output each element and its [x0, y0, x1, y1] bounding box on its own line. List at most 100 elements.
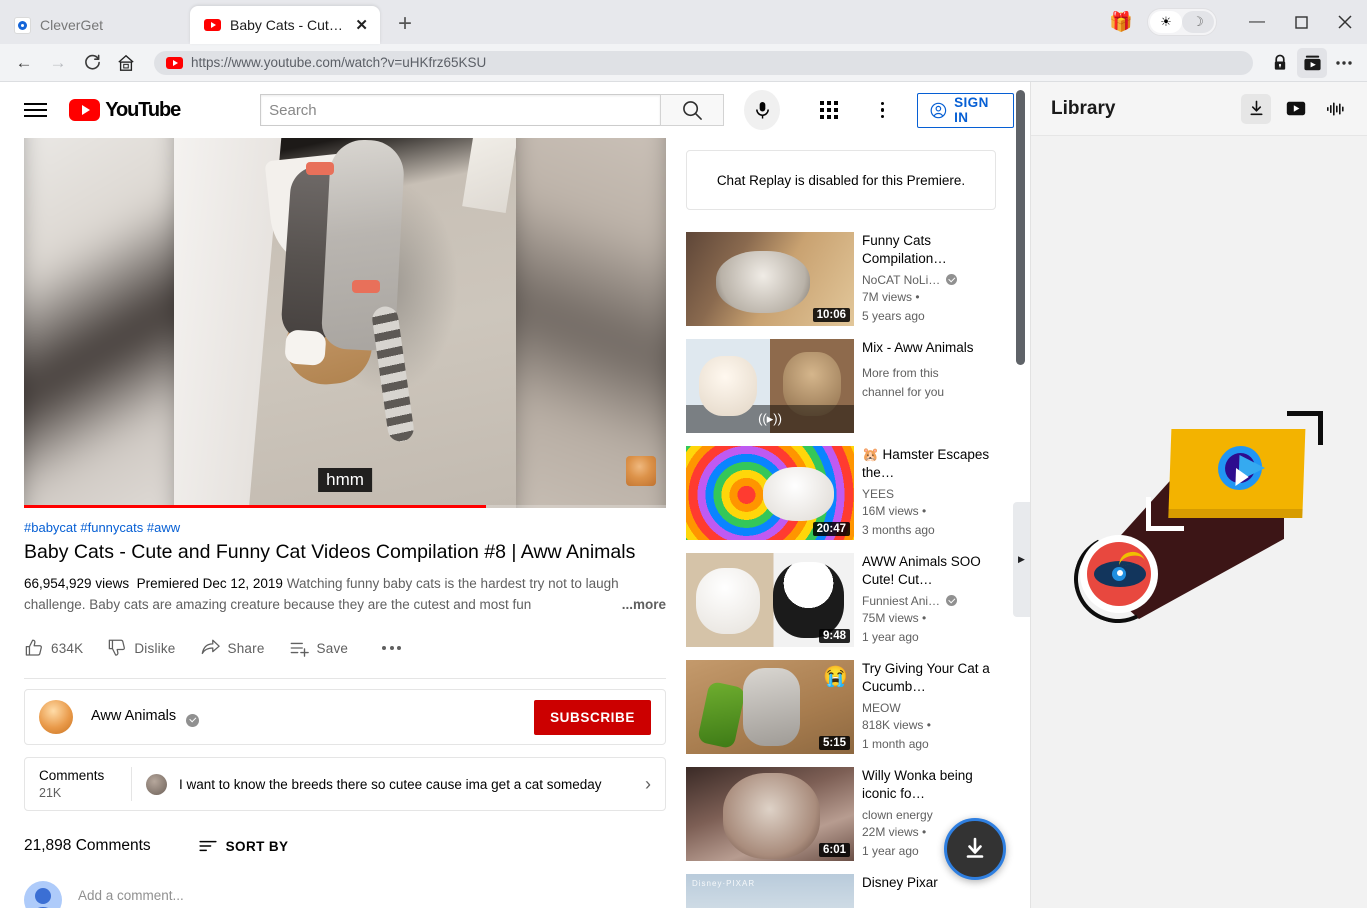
more-icon[interactable] [1329, 48, 1359, 78]
logo-corner-bottom-left [1146, 497, 1184, 531]
recommendation-info: Mix - Aww Animals More from this channel… [862, 339, 996, 433]
comments-header: 21,898 Comments SORT BY [24, 837, 666, 855]
window-controls-group: 🎁 ☀ ☽ — [1095, 0, 1367, 44]
theme-toggle[interactable]: ☀ ☽ [1147, 8, 1217, 36]
share-button[interactable]: Share [200, 630, 279, 666]
video-hashtags[interactable]: #babycat #funnycats #aww [24, 520, 666, 535]
video-thumbnail[interactable]: Disney·PIXAR [686, 874, 854, 908]
list-item[interactable]: 😭 5:15 Try Giving Your Cat a Cucumb… MEO… [686, 660, 996, 754]
close-window-button[interactable] [1323, 0, 1367, 44]
kebab-menu-icon[interactable] [872, 101, 893, 119]
video-thumbnail[interactable]: ((▸)) [686, 339, 854, 433]
download-fab[interactable] [944, 818, 1006, 880]
search-input[interactable]: Search [260, 94, 661, 126]
list-item[interactable]: 9:48 AWW Animals SOO Cute! Cut… Funniest… [686, 553, 996, 647]
save-label: Save [316, 640, 349, 656]
recommendation-age: 1 year ago [862, 629, 919, 644]
commenter-avatar [146, 773, 167, 795]
download-icon[interactable] [1241, 93, 1271, 124]
add-comment-input[interactable]: Add a comment... [78, 888, 666, 908]
video-duration: 20:47 [812, 522, 850, 536]
tab-baby-cats[interactable]: Baby Cats - Cute and ✕ [190, 6, 380, 44]
sort-icon [199, 841, 217, 852]
tab-label: Baby Cats - Cute and [230, 17, 346, 33]
back-button[interactable]: ← [8, 48, 40, 78]
subscribe-button[interactable]: SUBSCRIBE [534, 699, 651, 735]
list-item[interactable]: 20:47 🐹 Hamster Escapes the… YEES 16M vi… [686, 446, 996, 540]
channel-name-wrap[interactable]: Aww Animals [91, 708, 200, 727]
chevron-right-icon[interactable]: › [645, 774, 651, 795]
clever-icon [14, 16, 31, 34]
video-thumbnail[interactable]: 6:01 [686, 767, 854, 861]
more-actions-button[interactable] [372, 638, 411, 658]
video-actions: 634K Dislike Share Save [24, 630, 666, 666]
share-label: Share [227, 640, 265, 656]
like-button[interactable]: 634K [24, 630, 97, 666]
close-icon[interactable]: ✕ [355, 18, 368, 33]
video-curtain [462, 138, 516, 213]
search-bar: Search [260, 94, 725, 126]
logo-screen-card [1168, 429, 1306, 509]
save-button[interactable]: Save [289, 630, 363, 666]
sort-by-button[interactable]: SORT BY [199, 839, 289, 854]
youtube-logo[interactable]: YouTube [69, 99, 181, 122]
youtube-main: hmm #babycat #funnycats #aww Baby Cats -… [0, 138, 1030, 908]
sign-in-button[interactable]: SIGN IN [917, 92, 1014, 128]
recommendation-channel: Funniest Ani… [862, 593, 941, 608]
progress-bar[interactable] [24, 505, 666, 508]
lock-icon[interactable] [1265, 48, 1295, 78]
show-more-button[interactable]: ...more [615, 595, 666, 617]
home-button[interactable] [110, 48, 142, 78]
dark-mode-icon[interactable]: ☽ [1182, 11, 1214, 33]
recommendation-views: 818K views • [862, 717, 931, 732]
forward-button[interactable]: → [42, 48, 74, 78]
panel-collapse-handle[interactable]: ▶ [1013, 502, 1030, 617]
comments-count: 21,898 Comments [24, 837, 151, 855]
list-item[interactable]: ((▸)) Mix - Aww Animals More from this c… [686, 339, 996, 433]
channel-avatar[interactable] [39, 700, 73, 735]
maximize-button[interactable] [1279, 0, 1323, 44]
recommendation-title: 🐹 Hamster Escapes the… [862, 447, 990, 480]
hamburger-icon[interactable] [24, 103, 48, 117]
audio-icon[interactable] [1321, 94, 1351, 124]
apps-grid-icon[interactable] [819, 101, 838, 119]
new-tab-button[interactable]: + [388, 7, 422, 41]
recommendation-channel: MEOW [862, 700, 901, 715]
video-icon[interactable] [1281, 94, 1311, 124]
minimize-button[interactable]: — [1235, 0, 1279, 44]
video-thumbnail[interactable]: 10:06 [686, 232, 854, 326]
user-avatar [24, 881, 62, 908]
channel-watermark [626, 456, 656, 486]
account-circle-icon [930, 102, 947, 118]
library-title: Library [1051, 97, 1116, 119]
gift-icon[interactable]: 🎁 [1095, 10, 1147, 34]
recommendation-channel-row: NoCAT NoLi… [862, 273, 996, 287]
tab-cleverget[interactable]: CleverGet [0, 6, 190, 44]
video-title: Baby Cats - Cute and Funny Cat Videos Co… [24, 541, 636, 563]
video-thumbnail[interactable]: 😭 5:15 [686, 660, 854, 754]
list-item[interactable]: Disney·PIXAR Disney Pixar [686, 874, 996, 908]
page-scrollbar[interactable] [1016, 90, 1025, 365]
light-mode-icon[interactable]: ☀ [1150, 11, 1182, 33]
reload-button[interactable] [76, 48, 108, 78]
address-bar[interactable]: https://www.youtube.com/watch?v=uHKfrz65… [154, 50, 1253, 75]
list-item[interactable]: 10:06 Funny Cats Compilation… NoCAT NoLi… [686, 232, 996, 326]
microphone-icon[interactable] [744, 90, 780, 130]
video-meta: 66,954,929 views Premiered Dec 12, 2019 … [24, 574, 666, 617]
video-thumbnail[interactable]: 20:47 [686, 446, 854, 540]
video-download-icon[interactable] [1297, 47, 1327, 78]
video-frame [174, 138, 516, 508]
video-thumbnail[interactable]: 9:48 [686, 553, 854, 647]
recommendation-channel-row: MEOW [862, 701, 996, 715]
cleverget-logo [1062, 407, 1324, 637]
comments-teaser[interactable]: Comments 21K I want to know the breeds t… [24, 757, 666, 812]
like-count: 634K [51, 640, 84, 656]
search-button[interactable] [660, 94, 725, 126]
dislike-button[interactable]: Dislike [107, 630, 189, 666]
recommendation-title: Willy Wonka being iconic fo… [862, 768, 973, 801]
recommendation-age: 3 months ago [862, 522, 935, 537]
recommendation-views: More from this [862, 365, 939, 380]
recommendation-info: Funny Cats Compilation… NoCAT NoLi… 7M v… [862, 232, 996, 326]
library-icons [1241, 93, 1351, 124]
video-player[interactable]: hmm [24, 138, 666, 508]
